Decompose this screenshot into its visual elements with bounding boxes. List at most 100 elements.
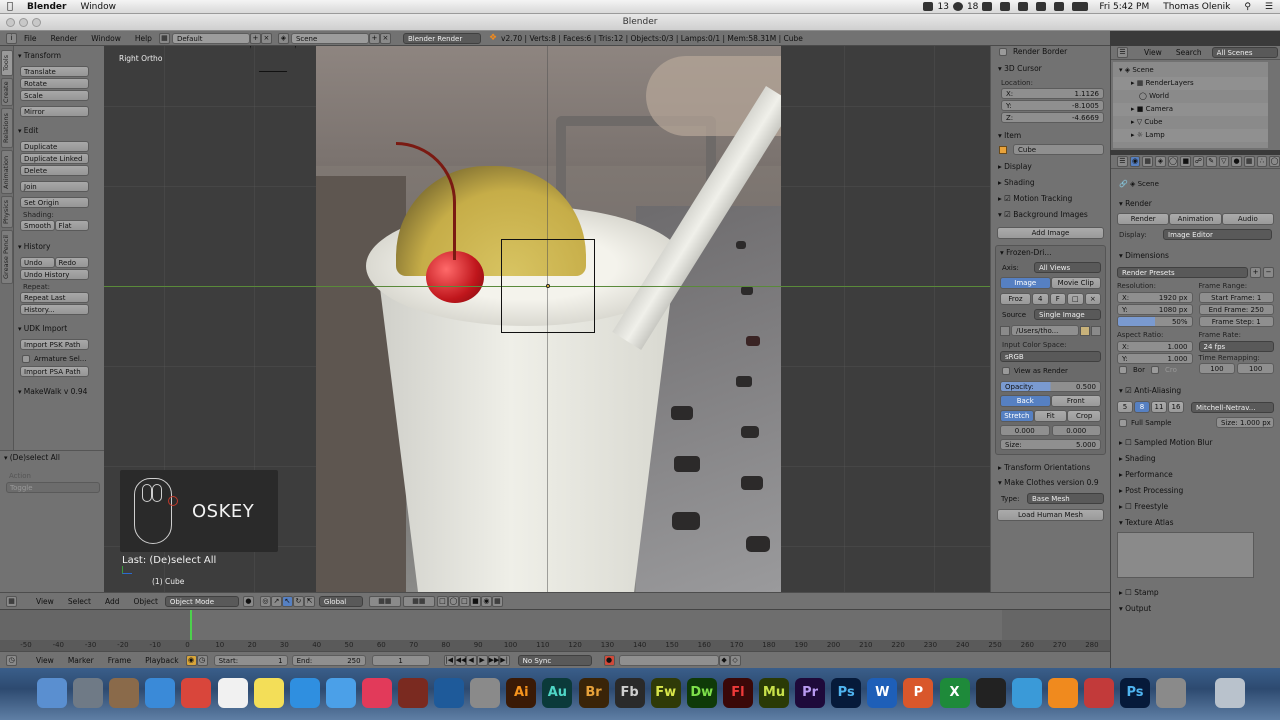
menu-help[interactable]: Help (128, 34, 159, 43)
load-human-mesh-button[interactable]: Load Human Mesh (997, 509, 1104, 521)
item-header[interactable]: Item (991, 129, 1110, 142)
timeline-playback-menu[interactable]: Playback (138, 656, 185, 665)
clock[interactable]: Fri 5:42 PM (1092, 2, 1156, 12)
tab-tools[interactable]: Tools (1, 50, 13, 76)
remove-scene-icon[interactable]: × (379, 32, 391, 44)
shading-header[interactable]: Shading (991, 176, 1110, 189)
tray-timemachine-icon[interactable] (1000, 2, 1011, 11)
animation-button[interactable]: Animation (1169, 213, 1222, 225)
keying-set-field[interactable] (618, 654, 719, 666)
jump-key-back-icon[interactable]: ◀◀ (454, 654, 466, 666)
lock-icon[interactable]: □ (436, 595, 448, 607)
data-context-icon[interactable]: ▽ (1218, 156, 1230, 167)
outliner-scope-select[interactable]: All Scenes (1211, 47, 1278, 58)
axis-select[interactable]: All Views (1034, 262, 1101, 273)
bg-image-open-icon[interactable]: □ (1067, 293, 1084, 305)
preview-range-icon[interactable]: ◷ (196, 654, 208, 666)
camera-wireframe[interactable] (250, 46, 296, 72)
offset-x-field[interactable]: 0.000 (1000, 425, 1050, 436)
zoom-window-icon[interactable] (32, 18, 41, 27)
remap-new-field[interactable]: 100 (1237, 363, 1274, 374)
bg-image-entry[interactable]: Frozen-Dri... (996, 246, 1105, 259)
aa-samples-5[interactable]: 5 (1117, 401, 1133, 413)
muse-icon[interactable]: Mu (759, 678, 789, 708)
proportional-edit-icon[interactable]: ◯ (447, 595, 459, 607)
opengl-render-icon[interactable]: ◉ (480, 595, 492, 607)
world-context-icon[interactable]: ◯ (1167, 156, 1179, 167)
flat-button[interactable]: Flat (54, 220, 89, 231)
audition-icon[interactable]: Au (542, 678, 573, 708)
menu-file[interactable]: File (17, 34, 44, 43)
armature-select-checkbox[interactable] (22, 355, 30, 363)
viewport-add-menu[interactable]: Add (98, 597, 127, 606)
premiere-icon[interactable]: Pr (795, 678, 826, 708)
appstore-icon[interactable] (289, 678, 320, 708)
remap-old-field[interactable]: 100 (1198, 363, 1236, 374)
fps-select[interactable]: 24 fps (1198, 341, 1274, 352)
type-select[interactable]: Base Mesh (1027, 493, 1104, 504)
viewport-view-menu[interactable]: View (29, 597, 61, 606)
play-reverse-icon[interactable]: ◀ (465, 654, 477, 666)
source-select[interactable]: Single Image (1034, 309, 1101, 320)
tray-volume-icon[interactable] (1054, 2, 1065, 11)
insert-keyframe-icon[interactable]: ◆ (718, 654, 730, 666)
trash-icon[interactable] (1215, 678, 1245, 708)
front-button[interactable]: Front (1050, 395, 1101, 407)
viewport-editor-icon[interactable]: ▦ (6, 595, 17, 607)
properties-editor-icon[interactable]: ☰ (1117, 156, 1128, 167)
constraints-context-icon[interactable]: ☍ (1193, 156, 1204, 167)
delete-keyframe-icon[interactable]: ◇ (729, 654, 741, 666)
preview2-icon[interactable] (1156, 678, 1187, 708)
duplicate-linked-button[interactable]: Duplicate Linked (20, 153, 89, 164)
sysprefs-icon[interactable] (470, 678, 501, 708)
freestyle-panel-header[interactable]: ☐ Freestyle (1111, 500, 1280, 514)
layers-grid2-icon[interactable]: ▦▦ (402, 595, 435, 607)
import-psk-button[interactable]: Import PSK Path (20, 339, 89, 350)
safari-icon[interactable] (145, 678, 176, 708)
add-scene-icon[interactable]: + (368, 32, 380, 44)
preview-icon[interactable] (109, 678, 140, 708)
display-header[interactable]: Display (991, 160, 1110, 173)
texture-context-icon[interactable]: ▦ (1243, 156, 1255, 167)
tab-relations[interactable]: Relations (1, 108, 13, 148)
image-pin-icon[interactable] (1000, 325, 1010, 336)
launchpad-icon[interactable] (73, 678, 104, 708)
tray-shield-icon[interactable] (982, 2, 993, 11)
photoshop2-icon[interactable]: Ps (1120, 678, 1150, 708)
aa-filter-select[interactable]: Mitchell-Netrav... (1191, 401, 1274, 413)
operator-panel-header[interactable]: (De)select All (0, 451, 104, 464)
texture-atlas-list[interactable] (1117, 532, 1254, 578)
tab-create[interactable]: Create (1, 78, 13, 106)
scale-manipulator-icon[interactable]: ⇱ (303, 595, 315, 607)
snap-target-icon[interactable]: ■ (469, 595, 481, 607)
modifiers-context-icon[interactable]: ✎ (1205, 156, 1217, 167)
end-frame-input[interactable]: End: 250 (291, 654, 366, 666)
jump-end-icon[interactable]: ▶| (498, 654, 510, 666)
render-engine-select[interactable]: Blender Render (402, 32, 481, 44)
snap-icon[interactable]: □ (458, 595, 470, 607)
audio-button[interactable]: Audio (1221, 213, 1274, 225)
apple-icon[interactable]:  (0, 1, 20, 12)
make-clothes-header[interactable]: Make Clothes version 0.9 (991, 476, 1110, 489)
tray-bluetooth-icon[interactable] (1018, 2, 1029, 11)
quicktime-icon[interactable] (434, 678, 465, 708)
duplicate-button[interactable]: Duplicate (20, 141, 89, 152)
outliner-editor-icon[interactable]: ☰ (1117, 47, 1128, 58)
motion-tracking-header[interactable]: ☑ Motion Tracking (991, 192, 1110, 205)
anti-aliasing-header[interactable]: ☑ Anti-Aliasing (1111, 384, 1280, 398)
res-y-field[interactable]: Y: 1080 px (1117, 304, 1193, 315)
unity-icon[interactable] (975, 678, 1006, 708)
stretch-button[interactable]: Stretch (1000, 410, 1034, 422)
end-frame-field[interactable]: End Frame: 250 (1198, 304, 1274, 315)
undo-history-button[interactable]: Undo History (20, 269, 89, 280)
rotate-button[interactable]: Rotate (20, 78, 89, 89)
render-presets-select[interactable]: Render Presets (1117, 267, 1248, 278)
illustrator-icon[interactable]: Ai (506, 678, 537, 708)
aa-samples-11[interactable]: 11 (1151, 401, 1167, 413)
border-checkbox[interactable] (1119, 366, 1127, 374)
scale-button[interactable]: Scale (20, 90, 89, 101)
notification-center-icon[interactable]: ☰ (1258, 2, 1280, 12)
aa-samples-16[interactable]: 16 (1168, 401, 1184, 413)
reload-icon[interactable] (1091, 325, 1101, 336)
cursor-x-field[interactable]: X: 1.1126 (1001, 88, 1104, 99)
